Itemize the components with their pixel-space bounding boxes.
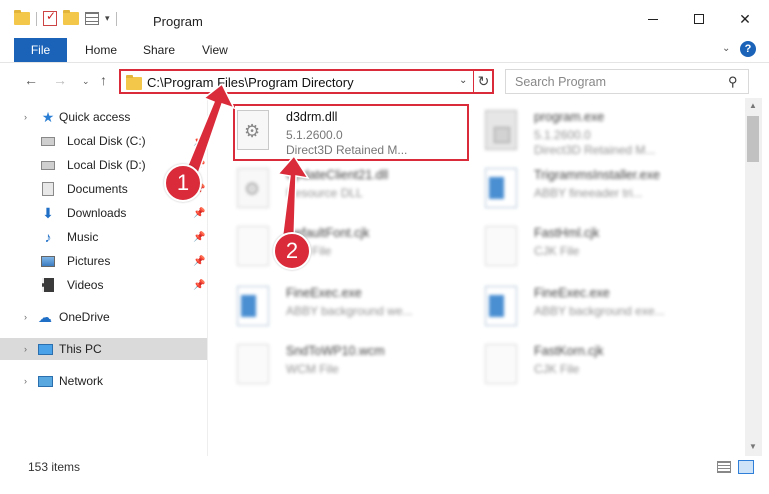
arrow-1: [185, 82, 236, 175]
callout-badge-2: 2: [273, 232, 311, 270]
arrow-2: [276, 154, 310, 243]
callout-arrows: [185, 82, 310, 243]
callout-badge-1: 1: [164, 164, 202, 202]
